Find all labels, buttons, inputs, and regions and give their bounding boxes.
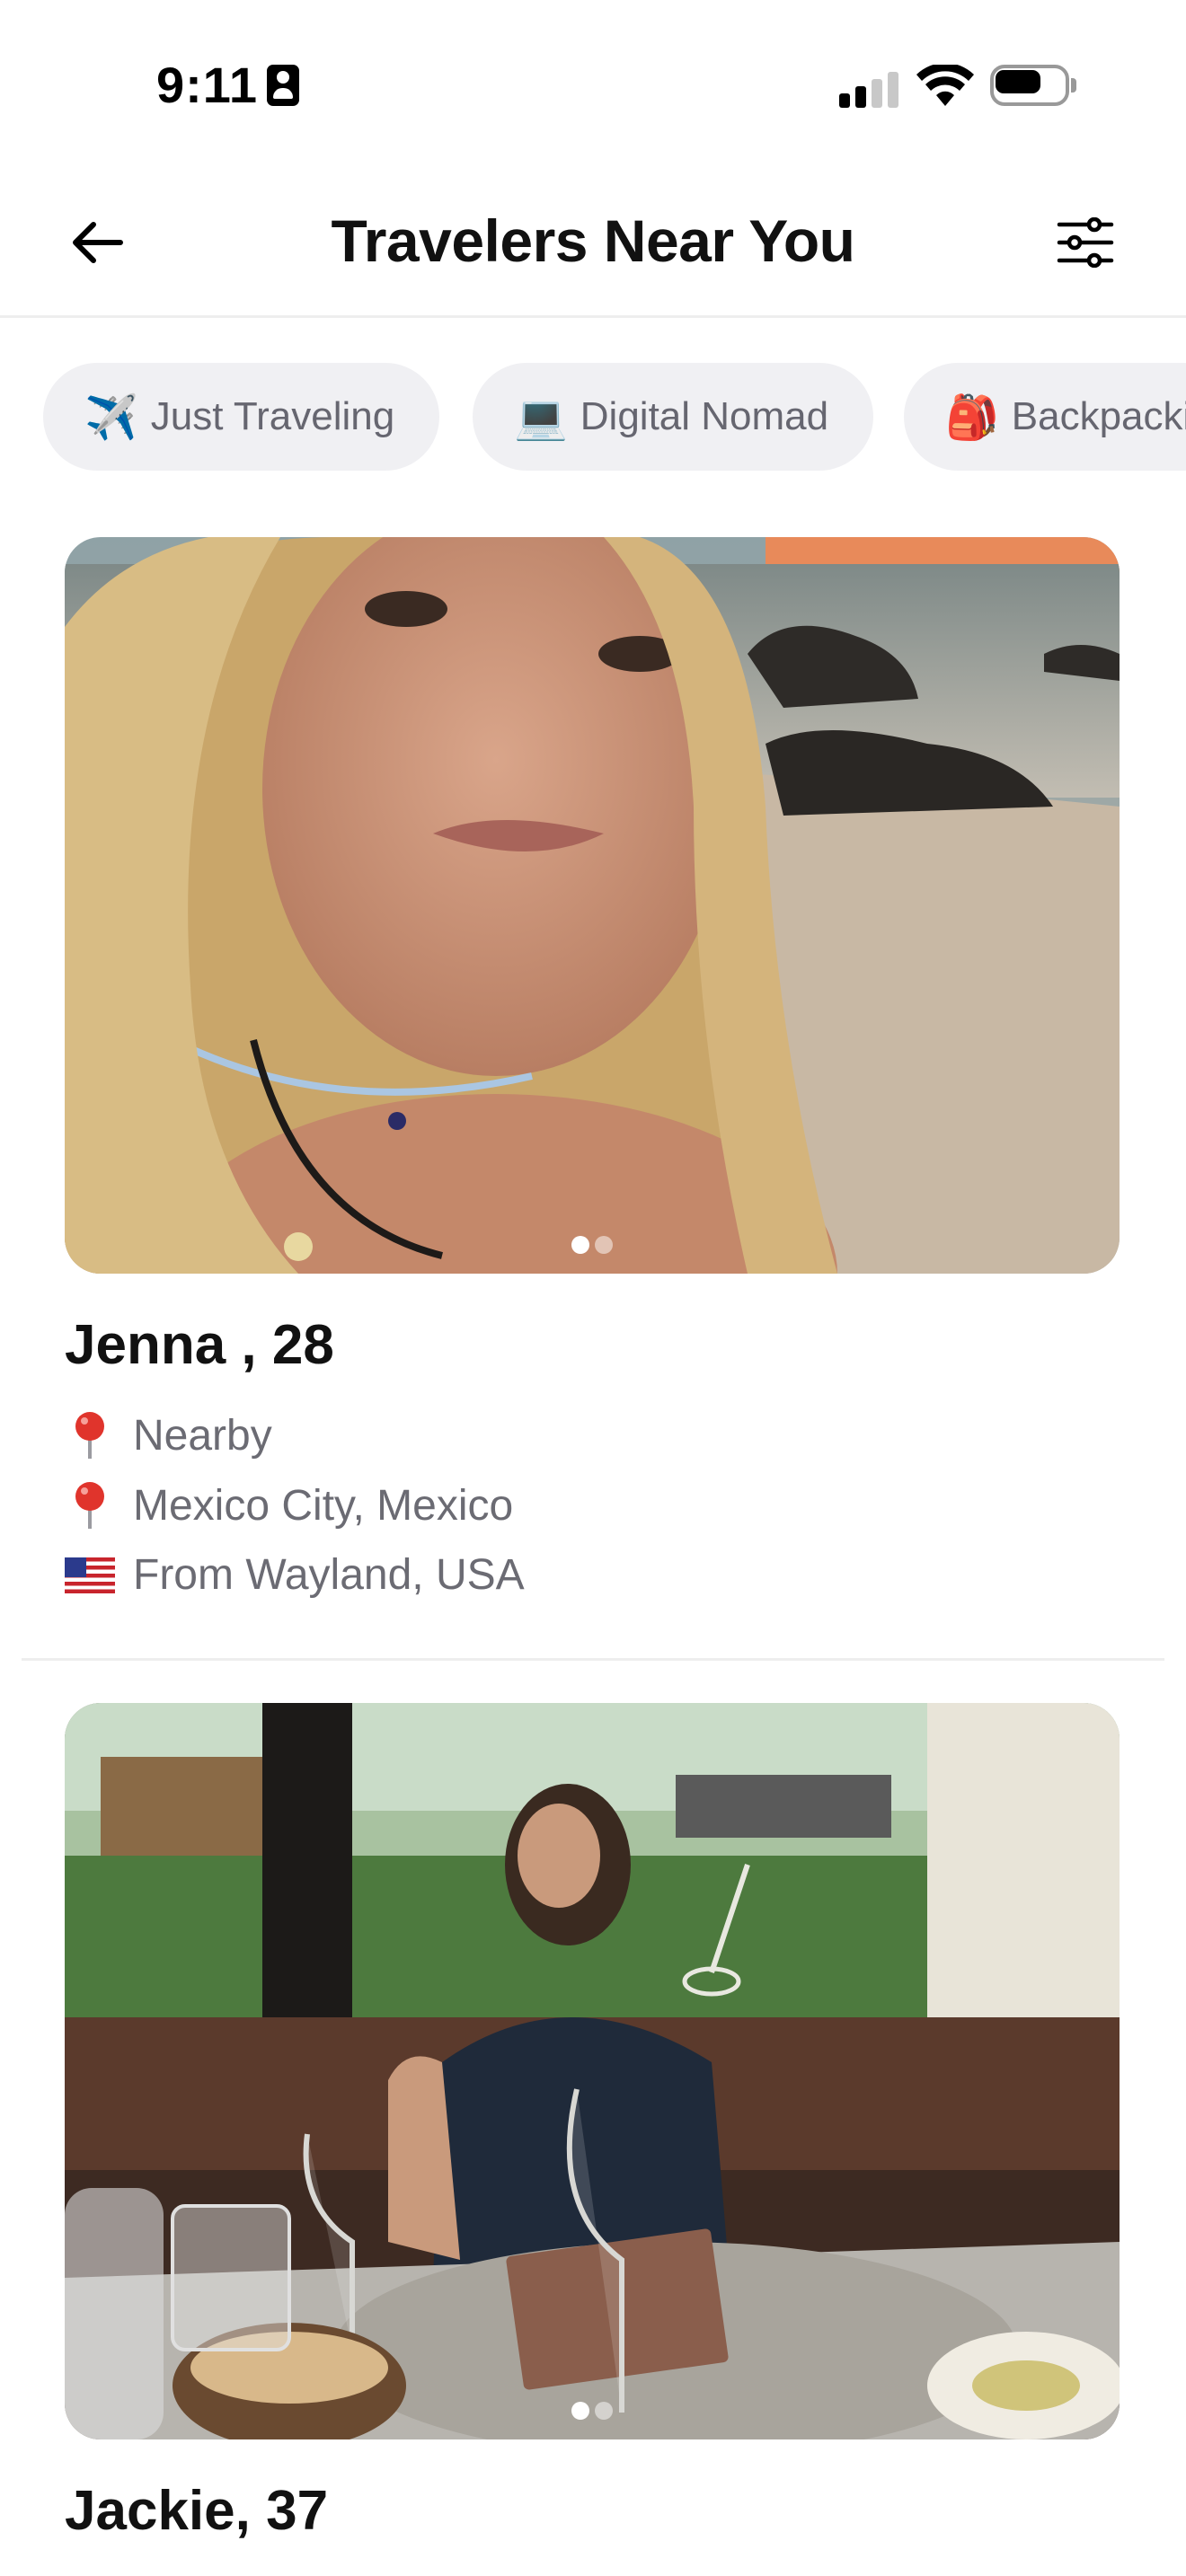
restaurant-photo-image: [65, 1703, 1120, 2439]
nearby-text: Nearby: [133, 1411, 272, 1460]
chip-label: Just Traveling: [150, 394, 395, 438]
category-chips: ✈️ Just Traveling 💻 Digital Nomad 🎒 Back…: [43, 363, 1186, 471]
info-nearby: Nearby: [65, 1410, 272, 1460]
status-bar: 9:11: [0, 0, 1186, 171]
chip-digital-nomad[interactable]: 💻 Digital Nomad: [473, 363, 874, 471]
profile-name-age: Jackie, 37: [65, 2480, 329, 2542]
backpack-icon: 🎒: [945, 392, 999, 443]
chip-label: Backpacki: [1011, 394, 1186, 438]
page-title: Travelers Near You: [331, 207, 855, 274]
status-time-text: 9:11: [156, 57, 258, 113]
wifi-icon: [916, 65, 974, 106]
battery-icon: [990, 65, 1076, 106]
info-current-location: Mexico City, Mexico: [65, 1480, 513, 1531]
chip-backpacking[interactable]: 🎒 Backpacki: [904, 363, 1186, 471]
map-pin-icon: [65, 1410, 115, 1460]
filter-button[interactable]: [1049, 208, 1121, 277]
photo-pagination-dots: [65, 2402, 1120, 2420]
info-hometown: From Wayland, USA: [65, 1550, 525, 1600]
photo-dot-active: [571, 2402, 589, 2420]
photo-dot-active: [571, 1236, 589, 1254]
sliders-icon: [1057, 217, 1114, 268]
laptop-icon: 💻: [514, 392, 568, 443]
us-flag-icon: [65, 1557, 115, 1593]
chip-label: Digital Nomad: [580, 394, 829, 438]
profile-name-age: Jenna , 28: [65, 1314, 334, 1376]
chip-just-traveling[interactable]: ✈️ Just Traveling: [43, 363, 440, 471]
status-time: 9:11: [156, 56, 299, 114]
photo-dot: [595, 2402, 613, 2420]
top-nav-bar: Travelers Near You: [0, 171, 1186, 318]
cellular-signal-icon: [839, 72, 902, 108]
profile-photo[interactable]: [65, 1703, 1120, 2439]
profile-photo[interactable]: [65, 537, 1120, 1274]
location-text: Mexico City, Mexico: [133, 1481, 514, 1530]
beach-selfie-image: [65, 537, 1120, 1274]
photo-pagination-dots: [65, 1236, 1120, 1254]
map-pin-icon: [65, 1480, 115, 1531]
airplane-icon: ✈️: [84, 392, 138, 443]
hometown-text: From Wayland, USA: [133, 1551, 525, 1599]
card-divider: [22, 1658, 1164, 1661]
photo-dot: [595, 1236, 613, 1254]
contact-card-icon: [267, 64, 299, 106]
